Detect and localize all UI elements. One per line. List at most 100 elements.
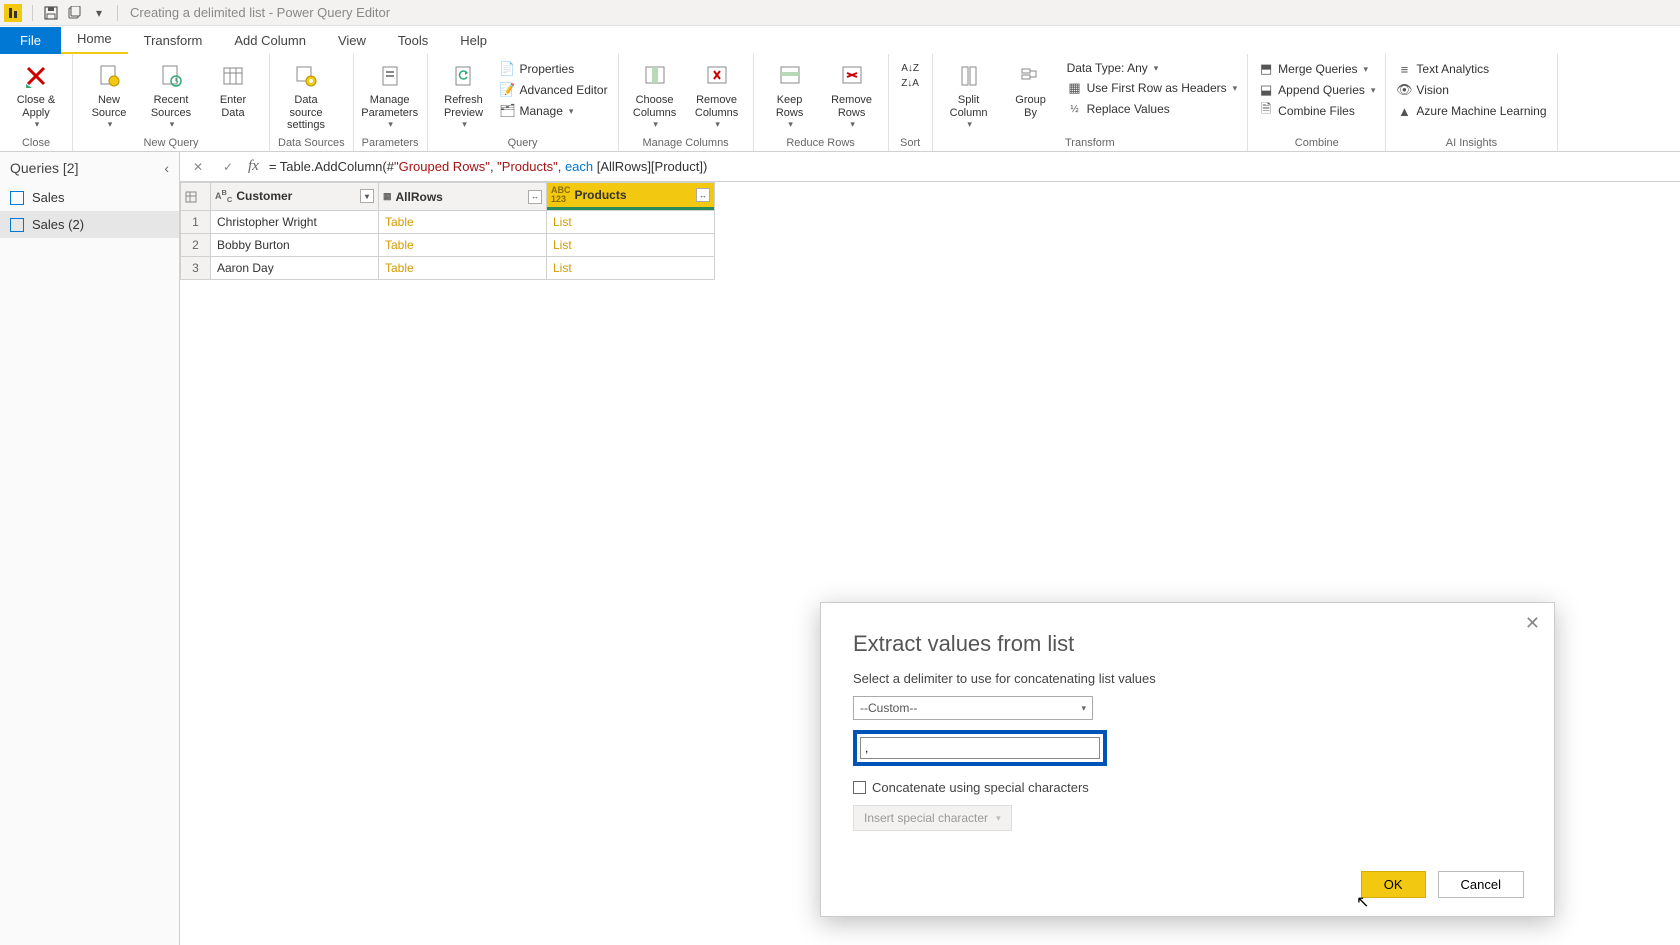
properties-button[interactable]: 📄Properties	[498, 60, 610, 78]
data-type-button[interactable]: Data Type: Any	[1065, 60, 1240, 76]
table-icon	[10, 191, 24, 205]
append-queries-button[interactable]: ⬓Append Queries	[1256, 81, 1377, 99]
ribbon-group-manage-cols: Choose Columns Remove Columns Manage Col…	[619, 54, 754, 151]
choose-columns-button[interactable]: Choose Columns	[627, 58, 683, 130]
commit-formula-icon[interactable]: ✓	[218, 157, 238, 177]
data-source-settings-button[interactable]: Data source settings	[278, 58, 334, 132]
manage-button[interactable]: 🗂Manage	[498, 102, 610, 120]
manage-icon: 🗂	[500, 103, 516, 119]
separator	[117, 5, 118, 21]
type-table-icon: ▦	[383, 192, 392, 201]
vision-button[interactable]: 👁Vision	[1394, 81, 1548, 99]
new-source-button[interactable]: New Source	[81, 58, 137, 130]
enter-data-button[interactable]: Enter Data	[205, 58, 261, 119]
merge-icon: ⬒	[1258, 61, 1274, 77]
custom-delimiter-input[interactable]	[860, 737, 1100, 759]
col-header-products[interactable]: ABC123 Products ↔	[547, 183, 715, 211]
manage-parameters-button[interactable]: Manage Parameters	[362, 58, 418, 130]
col-header-customer[interactable]: ABC Customer ▾	[211, 183, 379, 211]
query-item-sales[interactable]: Sales	[0, 184, 179, 211]
ribbon: Close & Apply Close New Source Recent So…	[0, 54, 1680, 152]
close-apply-icon	[20, 60, 52, 92]
collapse-queries-icon[interactable]: ‹	[164, 160, 169, 176]
choose-columns-icon	[639, 60, 671, 92]
text-analytics-button[interactable]: ≡Text Analytics	[1394, 60, 1548, 78]
queries-header: Queries [2]	[10, 160, 78, 176]
window-title: Creating a delimited list - Power Query …	[130, 5, 390, 20]
first-row-headers-button[interactable]: ▦Use First Row as Headers	[1065, 79, 1240, 97]
delimiter-select[interactable]: --Custom--	[853, 696, 1093, 720]
tab-view[interactable]: View	[322, 27, 382, 54]
ribbon-group-transform: Split Column Group By Data Type: Any ▦Us…	[933, 54, 1249, 151]
group-by-button[interactable]: Group By	[1003, 58, 1059, 119]
close-apply-button[interactable]: Close & Apply	[8, 58, 64, 130]
queries-panel: Queries [2] ‹ Sales Sales (2)	[0, 152, 180, 945]
formula-text[interactable]: = Table.AddColumn(#"Grouped Rows", "Prod…	[269, 159, 707, 175]
extract-values-dialog: ✕ Extract values from list Select a deli…	[820, 602, 1555, 917]
data-grid: ABC Customer ▾ ▦ AllRows ↔	[180, 182, 715, 280]
replace-icon: ½	[1067, 101, 1083, 117]
ribbon-tabs: File Home Transform Add Column View Tool…	[0, 26, 1680, 54]
insert-special-char-button: Insert special character	[853, 805, 1012, 831]
ribbon-group-query: Refresh Preview 📄Properties 📝Advanced Ed…	[428, 54, 619, 151]
query-item-sales-2[interactable]: Sales (2)	[0, 211, 179, 238]
remove-columns-button[interactable]: Remove Columns	[689, 58, 745, 130]
sort-asc-button[interactable]: A↓Z	[899, 62, 921, 75]
formula-bar: ✕ ✓ fx = Table.AddColumn(#"Grouped Rows"…	[180, 152, 1680, 182]
tab-tools[interactable]: Tools	[382, 27, 444, 54]
ribbon-group-combine: ⬒Merge Queries ⬓Append Queries 🗎Combine …	[1248, 54, 1386, 151]
ribbon-group-data-sources: Data source settings Data Sources	[270, 54, 354, 151]
sort-asc-icon: A↓Z	[901, 63, 919, 74]
close-icon[interactable]: ✕	[1525, 613, 1540, 634]
parameters-icon	[374, 60, 406, 92]
qat-dropdown-icon[interactable]: ▾	[89, 3, 109, 23]
azure-ml-button[interactable]: ▲Azure Machine Learning	[1394, 102, 1548, 120]
tab-home[interactable]: Home	[61, 25, 128, 54]
advanced-editor-button[interactable]: 📝Advanced Editor	[498, 81, 610, 99]
cancel-formula-icon[interactable]: ✕	[188, 157, 208, 177]
remove-rows-button[interactable]: Remove Rows	[824, 58, 880, 130]
vision-icon: 👁	[1396, 82, 1412, 98]
sort-desc-icon: Z↓A	[901, 78, 919, 89]
table-corner[interactable]	[181, 183, 211, 211]
table-row[interactable]: 1 Christopher Wright Table List	[181, 211, 715, 234]
tab-file[interactable]: File	[0, 27, 61, 54]
keep-rows-button[interactable]: Keep Rows	[762, 58, 818, 130]
recent-sources-button[interactable]: Recent Sources	[143, 58, 199, 130]
properties-icon: 📄	[500, 61, 516, 77]
ribbon-group-parameters: Manage Parameters Parameters	[354, 54, 428, 151]
replace-values-button[interactable]: ½Replace Values	[1065, 100, 1240, 118]
type-any-icon: ABC123	[551, 186, 571, 204]
table-row[interactable]: 2 Bobby Burton Table List	[181, 234, 715, 257]
table-row[interactable]: 3 Aaron Day Table List	[181, 257, 715, 280]
merge-queries-button[interactable]: ⬒Merge Queries	[1256, 60, 1377, 78]
save-icon[interactable]	[41, 3, 61, 23]
refresh-icon	[448, 60, 480, 92]
sort-desc-button[interactable]: Z↓A	[899, 77, 921, 90]
remove-columns-icon	[701, 60, 733, 92]
tab-add-column[interactable]: Add Column	[218, 27, 322, 54]
ok-button[interactable]: OK	[1361, 871, 1426, 898]
combine-files-button[interactable]: 🗎Combine Files	[1256, 102, 1377, 120]
tab-help[interactable]: Help	[444, 27, 503, 54]
new-source-icon	[93, 60, 125, 92]
type-text-icon: ABC	[215, 189, 232, 203]
split-column-button[interactable]: Split Column	[941, 58, 997, 130]
titlebar: ▾ Creating a delimited list - Power Quer…	[0, 0, 1680, 26]
undo-icon[interactable]	[65, 3, 85, 23]
text-analytics-icon: ≡	[1396, 61, 1412, 77]
recent-sources-icon	[155, 60, 187, 92]
special-chars-checkbox[interactable]	[853, 781, 866, 794]
refresh-preview-button[interactable]: Refresh Preview	[436, 58, 492, 130]
ribbon-group-ai-insights: ≡Text Analytics 👁Vision ▲Azure Machine L…	[1386, 54, 1557, 151]
filter-dropdown-icon[interactable]: ▾	[360, 189, 374, 203]
cancel-button[interactable]: Cancel	[1438, 871, 1524, 898]
dialog-title: Extract values from list	[853, 631, 1522, 657]
expand-icon[interactable]: ↔	[528, 190, 542, 204]
fx-icon[interactable]: fx	[248, 158, 259, 175]
col-header-allrows[interactable]: ▦ AllRows ↔	[379, 183, 547, 211]
separator	[32, 5, 33, 21]
expand-icon[interactable]: ↔	[696, 188, 710, 202]
tab-transform[interactable]: Transform	[128, 27, 219, 54]
headers-icon: ▦	[1067, 80, 1083, 96]
